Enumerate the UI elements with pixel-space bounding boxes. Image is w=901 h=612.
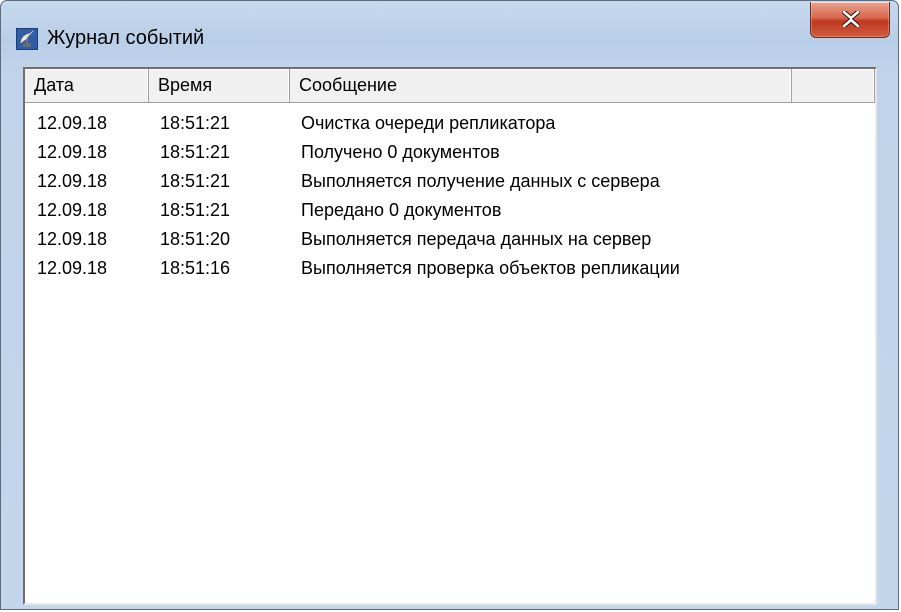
event-message: Выполняется получение данных с сервера [301, 171, 660, 191]
list-item[interactable]: 12.09.18 18:51:21 Очистка очереди реплик… [25, 109, 875, 138]
event-log-window: Журнал событий Дата Время Сообщение 12.0… [0, 0, 899, 610]
event-date: 12.09.18 [37, 200, 108, 220]
event-message: Очистка очереди репликатора [301, 113, 556, 133]
list-item[interactable]: 12.09.18 18:51:21 Получено 0 документов [25, 138, 875, 167]
event-list[interactable]: Дата Время Сообщение 12.09.18 18:51:21 О… [23, 67, 877, 605]
event-time: 18:51:21 [160, 142, 231, 162]
list-item[interactable]: 12.09.18 18:51:21 Передано 0 документов [25, 196, 875, 225]
column-header-extra[interactable] [792, 69, 875, 102]
event-message: Выполняется проверка объектов репликации [301, 258, 680, 278]
event-time: 18:51:16 [160, 258, 231, 278]
list-header: Дата Время Сообщение [25, 69, 875, 103]
event-date: 12.09.18 [37, 113, 108, 133]
close-button[interactable] [810, 2, 890, 38]
list-item[interactable]: 12.09.18 18:51:16 Выполняется проверка о… [25, 254, 875, 283]
list-item[interactable]: 12.09.18 18:51:21 Выполняется получение … [25, 167, 875, 196]
event-time: 18:51:21 [160, 200, 231, 220]
event-message: Передано 0 документов [301, 200, 502, 220]
event-date: 12.09.18 [37, 171, 108, 191]
event-time: 18:51:21 [160, 171, 231, 191]
event-date: 12.09.18 [37, 142, 108, 162]
satellite-dish-icon [16, 28, 38, 50]
event-date: 12.09.18 [37, 229, 108, 249]
column-header-date[interactable]: Дата [25, 69, 149, 102]
event-message: Выполняется передача данных на сервер [301, 229, 652, 249]
event-time: 18:51:20 [160, 229, 231, 249]
event-rows: 12.09.18 18:51:21 Очистка очереди реплик… [25, 109, 875, 283]
column-header-time[interactable]: Время [149, 69, 290, 102]
close-x-icon [842, 11, 860, 27]
title-bar[interactable]: Журнал событий [1, 1, 898, 67]
event-time: 18:51:21 [160, 113, 231, 133]
column-header-message[interactable]: Сообщение [290, 69, 792, 102]
window-title: Журнал событий [47, 27, 205, 49]
list-item[interactable]: 12.09.18 18:51:20 Выполняется передача д… [25, 225, 875, 254]
event-message: Получено 0 документов [301, 142, 500, 162]
event-date: 12.09.18 [37, 258, 108, 278]
